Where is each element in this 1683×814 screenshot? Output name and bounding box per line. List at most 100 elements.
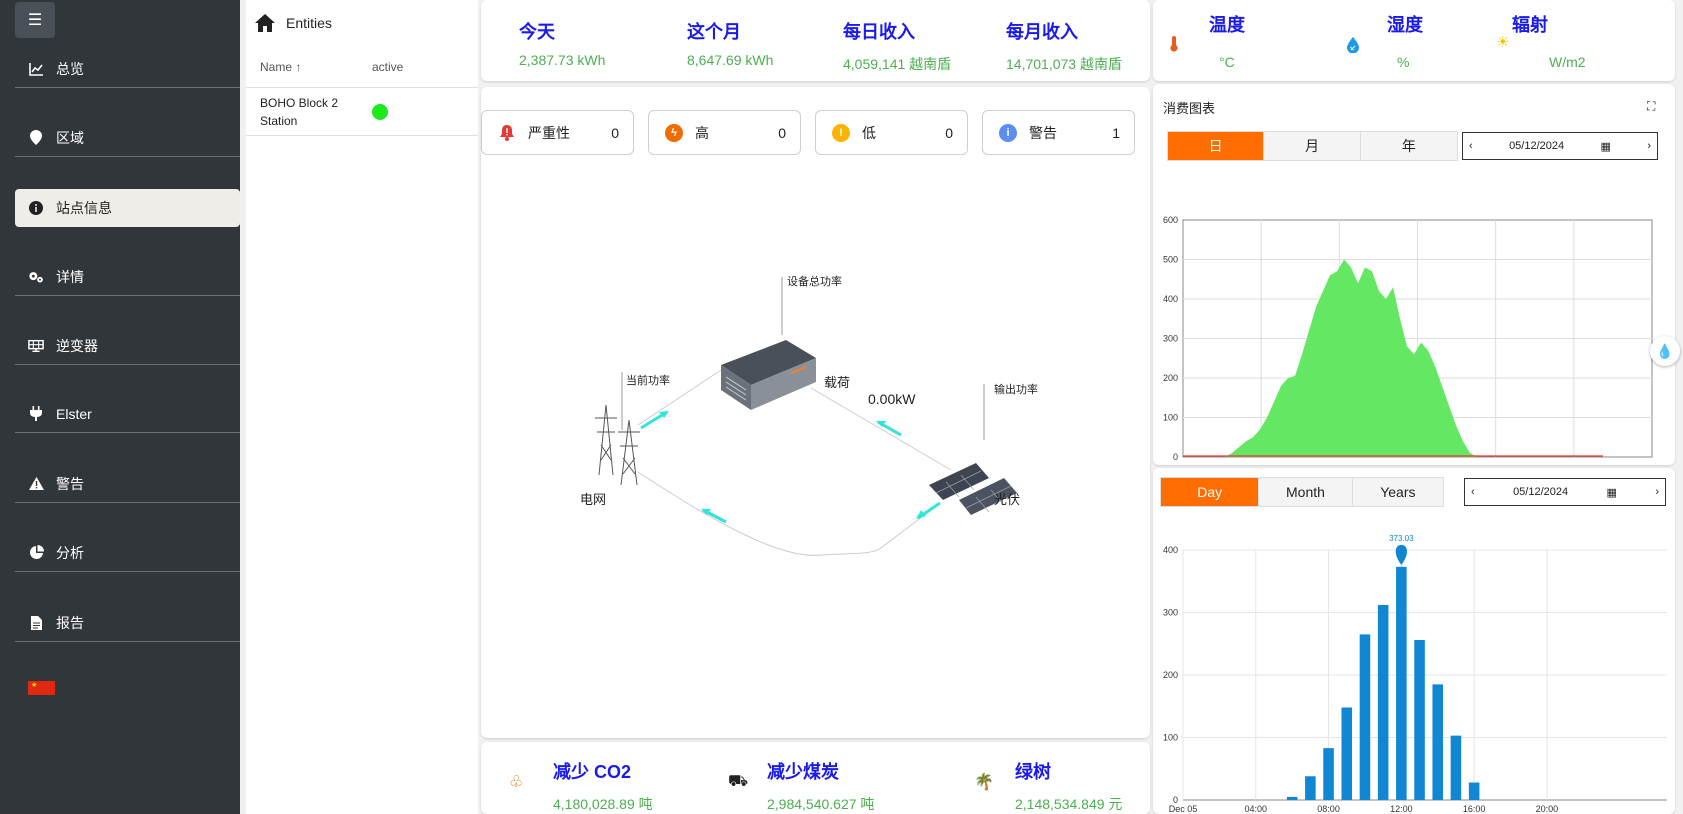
- calendar-icon[interactable]: ▦: [1607, 486, 1617, 499]
- calendar-icon[interactable]: ▦: [1601, 140, 1611, 153]
- thermometer-icon: [1170, 36, 1178, 52]
- y-tick-label: 400: [1163, 294, 1178, 304]
- bar: [1286, 796, 1298, 800]
- pv-label: 光伏: [994, 492, 1021, 507]
- sidebar-item-overview[interactable]: 总览: [15, 50, 240, 88]
- transmission-tower-icon: [595, 404, 640, 486]
- load-value: 0.00kW: [868, 391, 916, 407]
- date-value[interactable]: 05/12/2024: [1513, 486, 1568, 498]
- kpi-month-label: 这个月: [687, 22, 741, 42]
- x-tick-label: Dec 05: [1169, 804, 1198, 814]
- fullscreen-icon[interactable]: ⛶: [1647, 99, 1655, 114]
- sidebar-item-reports[interactable]: 报告: [15, 604, 240, 642]
- sidebar-item-analysis[interactable]: 分析: [15, 534, 240, 572]
- x-tick-label: 20:00: [1536, 804, 1559, 814]
- document-icon: [28, 615, 44, 631]
- water-drop-fab-icon[interactable]: 💧: [1650, 336, 1680, 366]
- kpi-card: 今天 2,387.73 kWh 这个月 8,647.69 kWh 每日收入 4,…: [481, 0, 1150, 81]
- sidebar-item-inverters[interactable]: 逆变器: [15, 327, 240, 365]
- y-tick-label: 400: [1163, 545, 1178, 555]
- sidebar-item-label: 分析: [56, 544, 84, 561]
- y-tick-label: 300: [1163, 334, 1178, 344]
- palm-tree-icon: 🌴: [974, 774, 994, 791]
- coal-value: 2,984,540.627 吨: [767, 796, 875, 812]
- sidebar-item-label: 区域: [56, 129, 84, 146]
- china-flag-icon[interactable]: ★: [28, 681, 55, 695]
- radiation-unit: W/m2: [1549, 54, 1586, 70]
- prev-date-icon[interactable]: ‹: [1471, 486, 1475, 498]
- tab-day[interactable]: Day: [1161, 478, 1260, 506]
- x-tick-label: 12:00: [1390, 804, 1413, 814]
- grid-label: 电网: [580, 492, 607, 507]
- next-date-icon[interactable]: ›: [1647, 140, 1651, 152]
- y-tick-label: 200: [1163, 670, 1178, 680]
- kpi-daily-income-label: 每日收入: [843, 22, 915, 42]
- tab-year[interactable]: 年: [1360, 132, 1457, 160]
- x-tick-label: 08:00: [1317, 804, 1340, 814]
- plug-icon: [28, 406, 44, 422]
- bar: [1414, 640, 1425, 800]
- exclamation-icon: !: [832, 123, 850, 142]
- warning-icon: [28, 476, 44, 492]
- table-row[interactable]: BOHO Block 2 Station: [246, 88, 478, 136]
- temperature-unit: °C: [1219, 54, 1235, 70]
- alarm-label: 高: [695, 124, 709, 141]
- trees-label: 绿树: [1015, 762, 1051, 782]
- load-label: 载荷: [824, 375, 851, 390]
- entity-name[interactable]: BOHO Block 2 Station: [246, 94, 372, 130]
- column-header-name[interactable]: Name ↑: [246, 60, 372, 74]
- tab-month[interactable]: 月: [1264, 132, 1361, 160]
- sidebar-item-details[interactable]: 详情: [15, 258, 240, 296]
- flow-arrow-pv: [916, 501, 941, 520]
- next-date-icon[interactable]: ›: [1655, 486, 1659, 498]
- y-tick-label: 100: [1163, 733, 1178, 743]
- bar: [1432, 684, 1444, 800]
- weather-card: 温度 °C 湿度 % 辐射 ☀ W/m2: [1153, 0, 1675, 81]
- y-tick-label: 100: [1163, 413, 1178, 423]
- date-value[interactable]: 05/12/2024: [1509, 140, 1564, 152]
- bar: [1341, 707, 1353, 800]
- y-tick-label: 300: [1163, 608, 1178, 618]
- alarm-low[interactable]: ! 低 0: [815, 110, 968, 155]
- humidity-unit: %: [1397, 54, 1410, 70]
- alarm-count: 0: [611, 124, 619, 141]
- consumption-date-picker[interactable]: ‹ 05/12/2024 ▦ ›: [1462, 132, 1658, 160]
- production-date-picker[interactable]: ‹ 05/12/2024 ▦ ›: [1464, 478, 1666, 506]
- sidebar-item-elster[interactable]: Elster: [15, 395, 240, 433]
- alarm-high[interactable]: ϟ 高 0: [648, 110, 801, 155]
- humidity-icon: [1347, 37, 1359, 53]
- kpi-today-label: 今天: [519, 22, 555, 42]
- entities-panel: Entities Name ↑ active BOHO Block 2 Stat…: [246, 0, 478, 814]
- tab-day[interactable]: 日: [1168, 132, 1265, 160]
- alarm-count: 0: [945, 124, 953, 141]
- sidebar-item-regions[interactable]: 区域: [15, 119, 240, 157]
- bolt-icon: ϟ: [665, 123, 683, 142]
- tab-month[interactable]: Month: [1259, 478, 1353, 506]
- y-tick-label: 200: [1163, 373, 1178, 383]
- entities-header: Entities: [246, 0, 478, 46]
- bar: [1450, 735, 1462, 800]
- column-header-active[interactable]: active: [372, 60, 403, 74]
- sidebar-item-alerts[interactable]: 警告: [15, 465, 240, 503]
- bar: [1359, 634, 1371, 800]
- menu-toggle-button[interactable]: ☰: [15, 2, 55, 38]
- alarm-label: 严重性: [528, 124, 570, 141]
- tab-years[interactable]: Years: [1352, 478, 1444, 506]
- sidebar-item-site-info[interactable]: 站点信息: [15, 189, 240, 227]
- alarm-warning[interactable]: i 警告 1: [982, 110, 1135, 155]
- humidity-label: 湿度: [1387, 15, 1423, 35]
- sidebar-item-label: 总览: [56, 60, 84, 77]
- sidebar-item-label: 逆变器: [56, 337, 98, 354]
- sidebar-item-label: 站点信息: [56, 200, 112, 216]
- environment-stats-card: ♧ 减少 CO2 4,180,028.89 吨 ⛟ 减少煤炭 2,984,540…: [481, 742, 1150, 814]
- alarm-label: 低: [862, 124, 876, 141]
- gears-icon: [28, 269, 44, 285]
- active-status-dot: [372, 103, 388, 120]
- sidebar-item-label: 警告: [56, 475, 84, 492]
- max-marker-pin: [1395, 544, 1407, 565]
- alarm-critical[interactable]: 严重性 0: [481, 110, 634, 155]
- prev-date-icon[interactable]: ‹: [1469, 140, 1473, 152]
- bar: [1468, 782, 1480, 800]
- production-chart-card: Day Month Years ‹ 05/12/2024 ▦ › 400 300 2…: [1153, 468, 1675, 814]
- consumption-chart-title: 消费图表: [1163, 101, 1216, 116]
